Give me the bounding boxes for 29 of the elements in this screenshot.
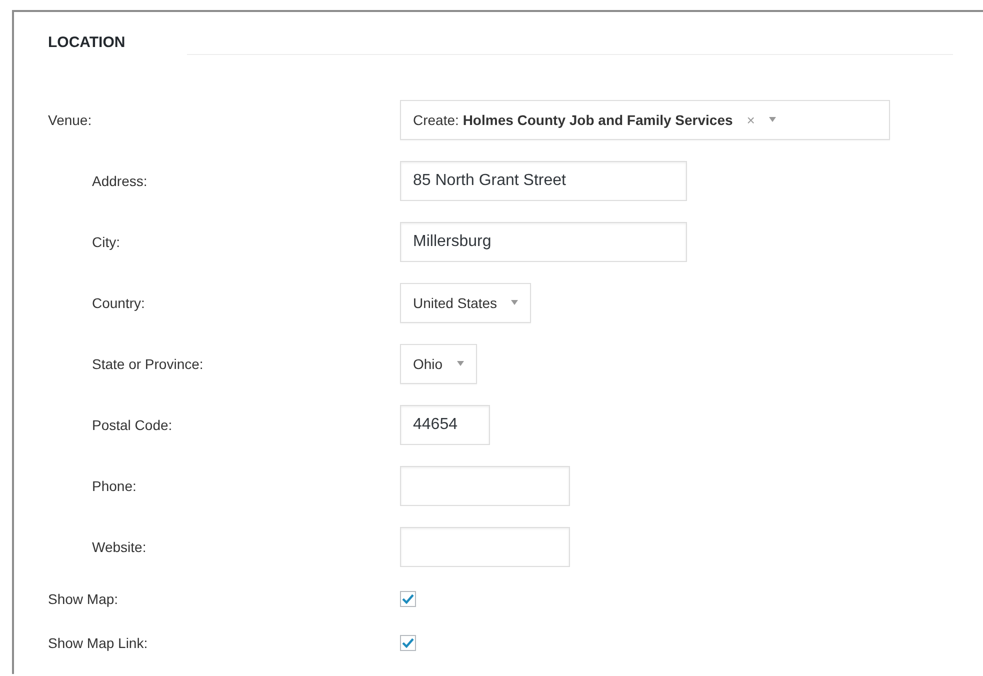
caret-icon [511, 300, 518, 305]
field-label: State or Province: [91, 356, 204, 372]
input-field[interactable] [400, 466, 570, 506]
caret-icon [768, 117, 776, 122]
caret-icon [456, 361, 464, 366]
field-label: Show Map: [48, 591, 118, 607]
select-dropdown[interactable]: Ohio [400, 344, 477, 384]
input-field[interactable]: 44654 [400, 404, 490, 444]
checkbox[interactable] [400, 591, 416, 607]
field-label: Postal Code: [91, 416, 172, 432]
checkmark-icon [402, 638, 414, 648]
checkmark-icon [402, 594, 414, 604]
checkbox[interactable] [400, 635, 416, 651]
field-label: Phone: [91, 478, 136, 494]
select-dropdown[interactable]: United States [400, 282, 532, 322]
field-label: Address: [91, 172, 148, 188]
input-field[interactable] [400, 526, 570, 566]
input-field[interactable]: Millersburg [400, 222, 687, 262]
selected-value: Create: Holmes County Job and Family Services [413, 112, 733, 128]
field-label: City: [91, 234, 120, 250]
section-title: LOCATION [48, 34, 126, 53]
field-label: Show Map Link: [48, 635, 148, 651]
selected-value: Ohio [413, 356, 443, 372]
field-label: Website: [91, 538, 146, 554]
field-label: Venue: [48, 112, 92, 128]
field-label: Country: [91, 294, 145, 310]
input-field[interactable]: 85 North Grant Street [400, 160, 687, 200]
select-dropdown[interactable]: Create: Holmes County Job and Family Services × [400, 100, 890, 140]
selected-value: United States [413, 294, 498, 310]
